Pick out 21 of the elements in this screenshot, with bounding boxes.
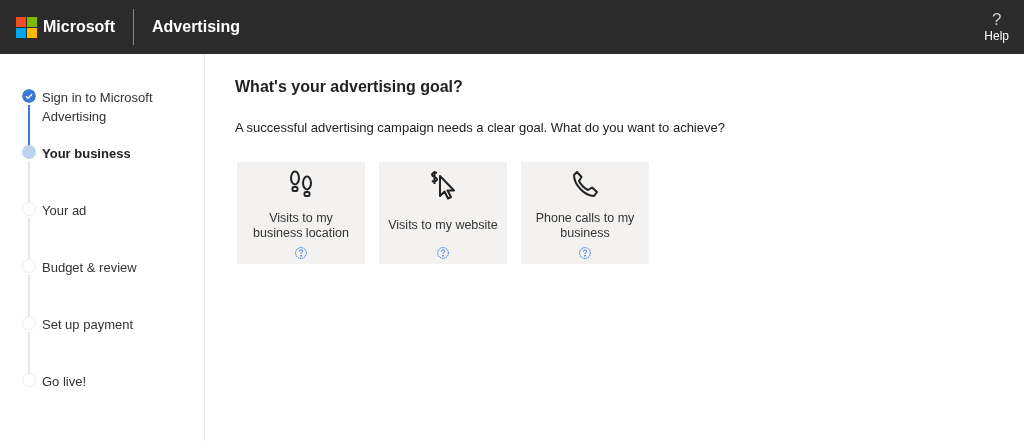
step-label[interactable]: Budget & review xyxy=(42,258,182,315)
step-label[interactable]: Go live! xyxy=(42,372,182,429)
help-icon[interactable] xyxy=(579,247,591,259)
step-label[interactable]: Set up payment xyxy=(42,315,182,372)
description: A successful advertising campaign needs a clear goal. What do you want to achieve? xyxy=(235,120,725,135)
page-title: What's your advertising goal? xyxy=(235,78,464,96)
help-button[interactable]: ? Help xyxy=(984,11,1009,43)
step-label[interactable]: Sign in to Microsoft Advertising xyxy=(42,88,182,144)
help-icon[interactable] xyxy=(295,247,307,259)
goal-card[interactable]: Phone calls to my business xyxy=(521,162,649,264)
help-icon[interactable] xyxy=(437,247,449,259)
logo-icon xyxy=(16,16,37,38)
phone-icon xyxy=(570,170,600,200)
step-label[interactable]: Your business xyxy=(42,144,182,201)
dollar-cursor-icon xyxy=(428,170,458,200)
product-name: Advertising xyxy=(152,18,240,36)
goal-card[interactable]: Visits to my business location xyxy=(237,162,365,264)
step-label[interactable]: Your ad xyxy=(42,201,182,258)
footprints-icon xyxy=(288,170,314,200)
brand-name: Microsoft xyxy=(43,18,115,36)
goal-card[interactable]: Visits to my website xyxy=(379,162,507,264)
